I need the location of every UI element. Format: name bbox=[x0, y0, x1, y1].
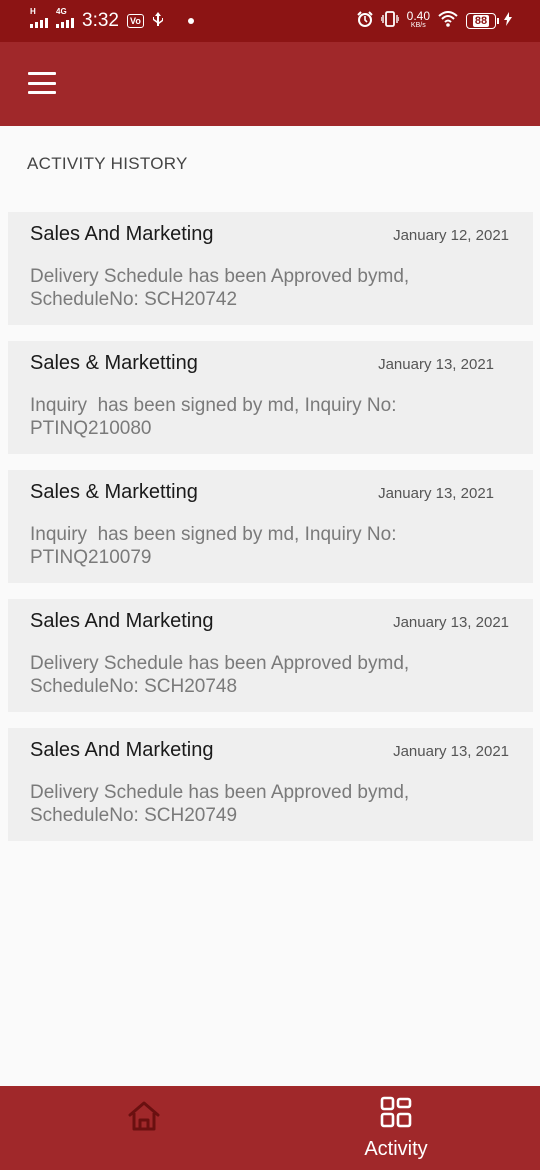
nav-home-button[interactable] bbox=[100, 1086, 188, 1170]
grid-icon bbox=[380, 1096, 412, 1133]
status-left: H 4G 3:32 Vo bbox=[30, 8, 194, 32]
activity-description: Inquiry has been signed by md, Inquiry N… bbox=[30, 524, 397, 568]
activity-title: Sales & Marketting bbox=[30, 481, 198, 503]
activity-date: January 13, 2021 bbox=[393, 743, 509, 760]
activity-description: Delivery Schedule has been Approved bymd… bbox=[30, 266, 410, 310]
battery-level: 88 bbox=[472, 15, 490, 27]
signal-strength-icon-1: H bbox=[30, 8, 48, 28]
activity-date: January 12, 2021 bbox=[393, 227, 509, 244]
network-speed-unit: KB/s bbox=[410, 22, 426, 29]
alarm-icon bbox=[356, 10, 373, 32]
activity-description: Inquiry has been signed by md, Inquiry N… bbox=[30, 395, 397, 439]
vibrate-icon bbox=[379, 10, 400, 32]
bottom-navigation: Activity bbox=[0, 1086, 540, 1170]
network-speed: 0.40 KB/s bbox=[406, 9, 430, 30]
hamburger-menu-icon[interactable] bbox=[28, 72, 56, 94]
activity-date: January 13, 2021 bbox=[393, 614, 509, 631]
network-speed-value: 0.40 bbox=[406, 9, 430, 23]
activity-card[interactable]: Sales & Marketting January 13, 2021 Inqu… bbox=[8, 341, 533, 454]
app-bar bbox=[0, 42, 540, 126]
network-type-label-2: 4G bbox=[56, 7, 67, 16]
activity-card[interactable]: Sales & Marketting January 13, 2021 Inqu… bbox=[8, 470, 533, 583]
activity-card[interactable]: Sales And Marketing January 12, 2021 Del… bbox=[8, 212, 533, 325]
activity-date: January 13, 2021 bbox=[378, 485, 494, 502]
activity-title: Sales & Marketting bbox=[30, 352, 198, 374]
status-right: 0.40 KB/s 88 bbox=[356, 9, 512, 32]
activity-title: Sales And Marketing bbox=[30, 610, 214, 632]
activity-description: Delivery Schedule has been Approved bymd… bbox=[30, 782, 410, 826]
activity-list: Sales And Marketing January 12, 2021 Del… bbox=[8, 212, 533, 857]
activity-title: Sales And Marketing bbox=[30, 223, 214, 245]
notification-dot-icon bbox=[187, 18, 194, 24]
network-type-label: H bbox=[30, 7, 36, 16]
nav-activity-button[interactable]: Activity bbox=[350, 1086, 442, 1170]
wifi-icon bbox=[438, 10, 458, 32]
page-title: ACTIVITY HISTORY bbox=[27, 154, 188, 173]
usb-icon bbox=[152, 12, 164, 30]
home-icon bbox=[127, 1100, 161, 1170]
battery-icon: 88 bbox=[466, 13, 499, 29]
nav-activity-label: Activity bbox=[364, 1138, 428, 1160]
activity-card[interactable]: Sales And Marketing January 13, 2021 Del… bbox=[8, 728, 533, 841]
signal-strength-icon-2: 4G bbox=[56, 8, 74, 28]
activity-card[interactable]: Sales And Marketing January 13, 2021 Del… bbox=[8, 599, 533, 712]
activity-date: January 13, 2021 bbox=[378, 356, 494, 373]
status-bar: H 4G 3:32 Vo 0.40 KB/s 88 bbox=[0, 0, 540, 42]
activity-description: Delivery Schedule has been Approved bymd… bbox=[30, 653, 410, 697]
volte-badge: Vo bbox=[126, 14, 144, 28]
status-time: 3:32 bbox=[82, 10, 119, 31]
charging-icon bbox=[504, 11, 512, 31]
activity-title: Sales And Marketing bbox=[30, 739, 214, 761]
